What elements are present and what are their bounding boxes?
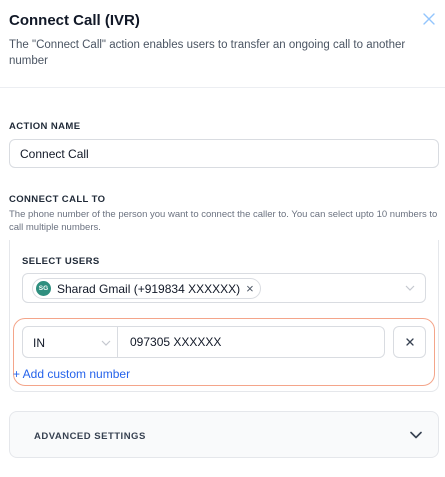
selected-user-label: Sharad Gmail (+919834 XXXXXX)	[57, 281, 241, 296]
add-custom-number-link[interactable]: + Add custom number	[13, 367, 130, 381]
chevron-down-icon	[101, 340, 111, 346]
country-code-value: IN	[33, 336, 45, 350]
select-users-label: SELECT USERS	[22, 256, 100, 267]
action-name-label: ACTION NAME	[9, 121, 81, 132]
close-button[interactable]	[420, 10, 438, 28]
advanced-settings-toggle[interactable]: ADVANCED SETTINGS	[9, 411, 439, 458]
chevron-down-icon	[410, 431, 422, 439]
selected-user-chip: SG Sharad Gmail (+919834 XXXXXX) ×	[32, 278, 261, 299]
avatar: SG	[36, 281, 51, 296]
select-users-dropdown[interactable]: SG Sharad Gmail (+919834 XXXXXX) ×	[22, 273, 426, 303]
action-description: The "Connect Call" action enables users …	[9, 39, 406, 67]
country-code-select[interactable]: IN	[22, 326, 118, 358]
connect-call-to-label: CONNECT CALL TO	[9, 194, 106, 205]
modal-header: Connect Call (IVR) The "Connect Call" ac…	[0, 0, 445, 88]
close-icon	[423, 13, 435, 25]
close-icon	[405, 338, 414, 346]
page-title: Connect Call (IVR)	[9, 12, 140, 29]
phone-number-input[interactable]	[117, 326, 385, 358]
chevron-down-icon	[405, 285, 415, 291]
chip-remove-icon[interactable]: ×	[246, 282, 254, 295]
connect-call-to-help: The phone number of the person you want …	[9, 209, 438, 233]
action-name-input[interactable]	[9, 139, 439, 168]
remove-number-button[interactable]	[393, 326, 426, 358]
advanced-settings-label: ADVANCED SETTINGS	[34, 431, 146, 442]
